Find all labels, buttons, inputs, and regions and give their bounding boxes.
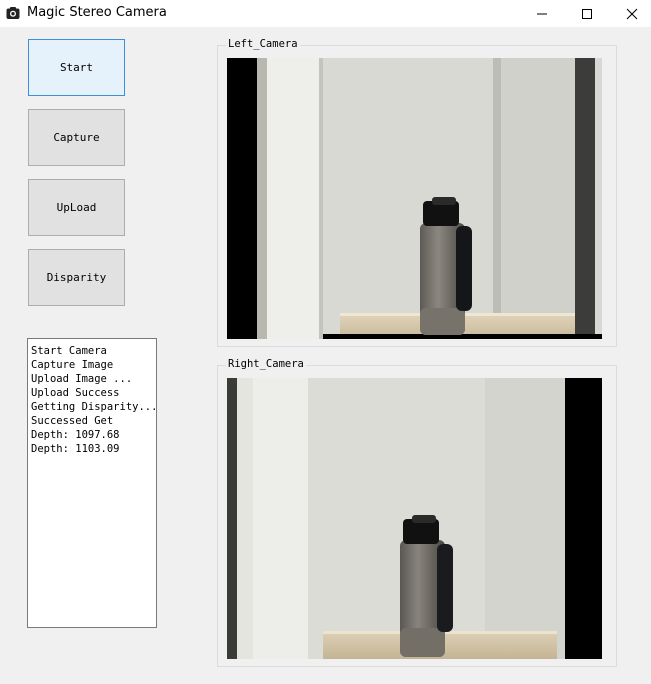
log-line: Depth: 1097.68: [31, 429, 120, 441]
right-camera-group: Right_Camera: [217, 358, 617, 667]
log-line: Upload Success: [31, 387, 120, 399]
maximize-icon: [582, 8, 592, 19]
camera-icon: [6, 7, 20, 19]
right-camera-label: Right_Camera: [226, 358, 306, 370]
capture-button[interactable]: Capture: [28, 109, 125, 166]
title-bar: Magic Stereo Camera: [0, 0, 651, 27]
window-title: Magic Stereo Camera: [27, 5, 167, 20]
close-button[interactable]: [609, 0, 651, 27]
disparity-button[interactable]: Disparity: [28, 249, 125, 306]
log-line: Getting Disparity...: [31, 401, 158, 413]
left-camera-label: Left_Camera: [226, 38, 300, 50]
left-camera-image: [227, 58, 602, 339]
right-camera-view: [227, 378, 602, 659]
upload-button[interactable]: UpLoad: [28, 179, 125, 236]
minimize-button[interactable]: [519, 0, 565, 27]
log-line: Upload Image ...: [31, 373, 133, 385]
close-icon: [626, 8, 638, 19]
log-line: Depth: 1103.09: [31, 443, 120, 455]
left-camera-group: Left_Camera: [217, 38, 617, 347]
maximize-button[interactable]: [564, 0, 610, 27]
log-line: Capture Image: [31, 359, 114, 371]
log-line: Start Camera: [31, 345, 107, 357]
minimize-icon: [537, 13, 547, 14]
start-button[interactable]: Start: [28, 39, 125, 96]
log-textbox[interactable]: Start Camera Capture Image Upload Image …: [27, 338, 157, 628]
left-camera-view: [227, 58, 602, 339]
right-camera-image: [227, 378, 602, 659]
log-line: Successed Get: [31, 415, 114, 427]
